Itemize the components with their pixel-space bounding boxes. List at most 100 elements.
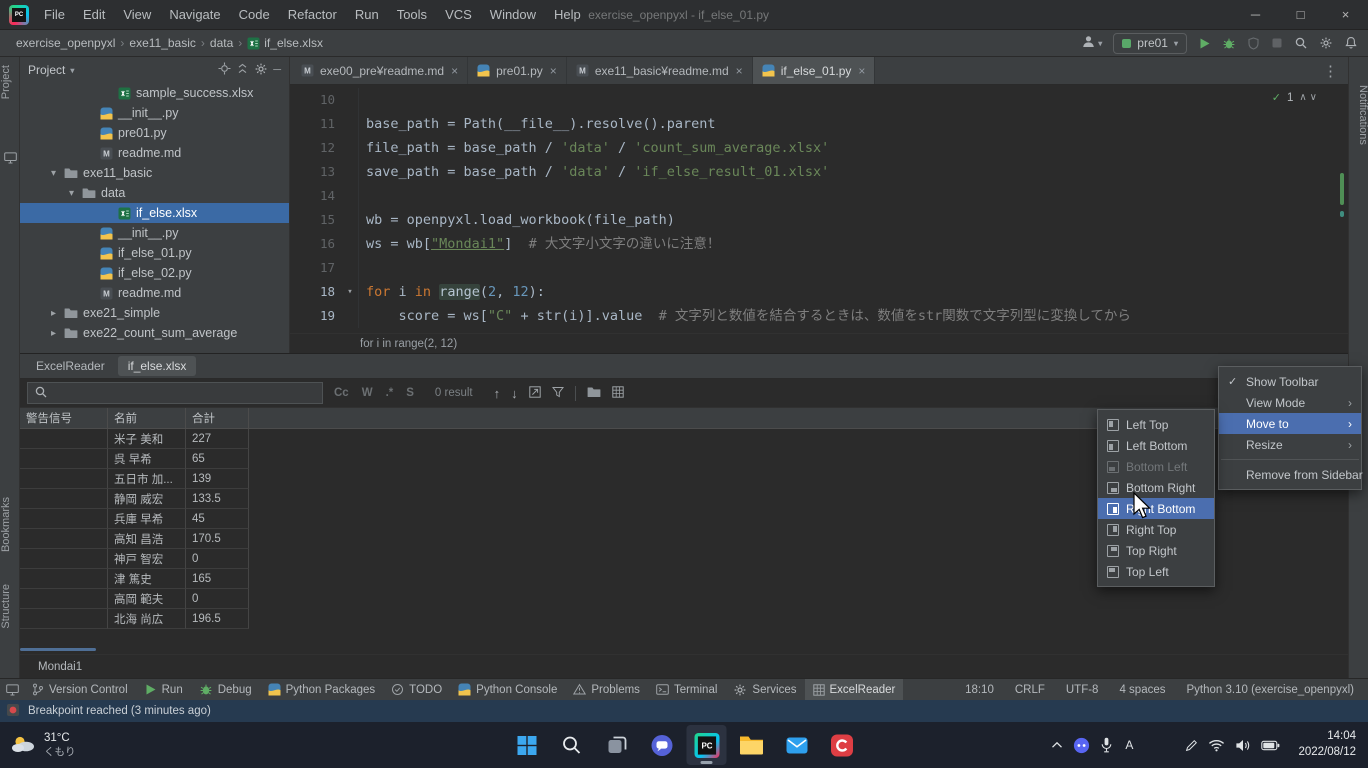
code-editor[interactable]: 1011base_path = Path(__file__).resolve()… [290,85,1348,333]
run-button[interactable] [1198,37,1211,50]
notifications-icon[interactable] [1344,36,1358,50]
line-number[interactable]: 12 [290,136,342,160]
statusbar-utf-8[interactable]: UTF-8 [1066,684,1099,696]
toolwindow-tab-if-else-xlsx[interactable]: if_else.xlsx [118,356,197,376]
statusbar-problems[interactable]: Problems [565,679,648,700]
close-tab-icon[interactable]: × [858,64,865,78]
chevron-down-icon[interactable]: ▾ [66,188,77,199]
tree-item-if-else-02-py[interactable]: if_else_02.py [20,263,289,283]
menu-item-left-top[interactable]: Left Top [1098,414,1214,435]
line-number[interactable]: 14 [290,184,342,208]
line-number[interactable]: 13 [290,160,342,184]
chevron-right-icon[interactable]: ▸ [48,308,59,319]
weather-widget[interactable]: 31°C くもり [0,731,76,759]
tree-item-sample-success-xlsx[interactable]: sample_success.xlsx [20,83,289,103]
line-number[interactable]: 19 [290,304,342,328]
hide-panel-icon[interactable]: ─ [273,64,281,76]
menu-item-right-top[interactable]: Right Top [1098,519,1214,540]
menu-code[interactable]: Code [230,0,279,29]
horizontal-scrollbar[interactable] [20,648,96,651]
statusbar-python-3-10-exercise-openpyxl[interactable]: Python 3.10 (exercise_openpyxl) [1187,684,1355,696]
stop-button[interactable] [1271,37,1283,49]
tree-item-readme-md[interactable]: Mreadme.md [20,143,289,163]
menu-run[interactable]: Run [346,0,388,29]
line-number[interactable]: 17 [290,256,342,280]
menu-item-remove-from-sidebar[interactable]: Remove from Sidebar [1219,464,1361,485]
panel-options-icon[interactable] [254,62,268,79]
stripe-structure-tab[interactable]: Structure [0,584,20,629]
stripe-bookmarks-tab[interactable]: Bookmarks [0,497,20,552]
breadcrumb-item[interactable]: exercise_openpyxl [12,36,119,50]
line-number[interactable]: 16 [290,232,342,256]
breadcrumb-item[interactable]: exe11_basic [125,36,200,50]
coverage-button[interactable] [1247,37,1260,50]
pen-icon[interactable] [1185,739,1198,752]
tree-item-data[interactable]: ▾data [20,183,289,203]
search-field[interactable] [27,382,323,404]
menu-help[interactable]: Help [545,0,590,29]
statusbar-run[interactable]: Run [136,679,191,700]
collapse-all-icon[interactable] [236,62,249,78]
maximize-button[interactable]: □ [1278,0,1323,29]
inspections-widget[interactable]: ✓ 1 ∧∨ [1272,91,1320,104]
search-option-cc[interactable]: Cc [334,387,349,399]
open-file-icon[interactable] [587,386,601,401]
tree-item-exe11-basic[interactable]: ▾exe11_basic [20,163,289,183]
wifi-icon[interactable] [1208,739,1225,752]
user-switcher-button[interactable]: ▾ [1081,34,1102,52]
teams-taskbar-button[interactable] [642,725,682,765]
clock[interactable]: 14:04 2022/08/12 [1298,729,1356,760]
line-number[interactable]: 18 [290,280,342,304]
project-stripe-icon[interactable] [0,152,20,164]
search-option-[interactable]: .* [386,387,394,399]
menu-item-bottom-right[interactable]: Bottom Right [1098,477,1214,498]
taskview-taskbar-button[interactable] [597,725,637,765]
toolwindow-switcher-icon[interactable] [0,679,24,700]
pycharm-taskbar-button[interactable]: PC [687,725,727,765]
editor-tab-if-else-01-py[interactable]: if_else_01.py× [753,57,876,84]
search-input[interactable] [54,386,316,400]
next-problem-icon[interactable]: ∨ [1310,92,1320,103]
close-button[interactable]: × [1323,0,1368,29]
volume-icon[interactable] [1235,739,1251,752]
mail-taskbar-button[interactable] [777,725,817,765]
prev-problem-icon[interactable]: ∧ [1299,92,1309,103]
editor-tab-pre01-py[interactable]: pre01.py× [468,57,567,84]
statusbar-debug[interactable]: Debug [191,679,260,700]
filter-icon[interactable] [552,386,564,401]
table-header[interactable]: 警告信号 [20,408,108,428]
discord-icon[interactable] [1073,737,1090,754]
select-opened-file-icon[interactable] [218,62,231,78]
table-header[interactable]: 名前 [108,408,186,428]
close-tab-icon[interactable]: × [550,64,557,78]
breadcrumb-item[interactable]: if_else.xlsx [243,36,327,50]
project-view-selector[interactable]: Project [28,63,65,77]
menu-tools[interactable]: Tools [388,0,436,29]
menu-item-show-toolbar[interactable]: ✓Show Toolbar [1219,371,1361,392]
tree-item-init-py[interactable]: __init__.py [20,223,289,243]
menu-item-view-mode[interactable]: View Mode› [1219,392,1361,413]
menu-item-right-bottom[interactable]: Right Bottom [1098,498,1214,519]
statusbar-excelreader[interactable]: ExcelReader [805,679,904,700]
toolwindow-tab-excelreader[interactable]: ExcelReader [26,356,115,376]
menu-view[interactable]: View [114,0,160,29]
menu-file[interactable]: File [35,0,74,29]
previous-occurrence-icon[interactable]: ↑ [494,386,501,401]
statusbar-18-10[interactable]: 18:10 [965,684,994,696]
search-taskbar-button[interactable] [552,725,592,765]
fold-icon[interactable]: ▾ [342,280,358,304]
statusbar-4-spaces[interactable]: 4 spaces [1119,684,1165,696]
statusbar-version-control[interactable]: Version Control [24,679,136,700]
tree-item-if-else-xlsx[interactable]: if_else.xlsx [20,203,289,223]
minimize-button[interactable]: ─ [1233,0,1278,29]
tree-item-init-py[interactable]: __init__.py [20,103,289,123]
close-tab-icon[interactable]: × [451,64,458,78]
search-everywhere-icon[interactable] [1294,36,1308,50]
menu-item-move-to[interactable]: Move to› [1219,413,1361,434]
table-header[interactable]: 合計 [186,408,249,428]
table-view-icon[interactable] [612,386,624,401]
statusbar-python-packages[interactable]: Python Packages [260,679,384,700]
chevron-down-icon[interactable]: ▾ [48,168,59,179]
start-taskbar-button[interactable] [507,725,547,765]
next-occurrence-icon[interactable]: ↓ [511,386,518,401]
